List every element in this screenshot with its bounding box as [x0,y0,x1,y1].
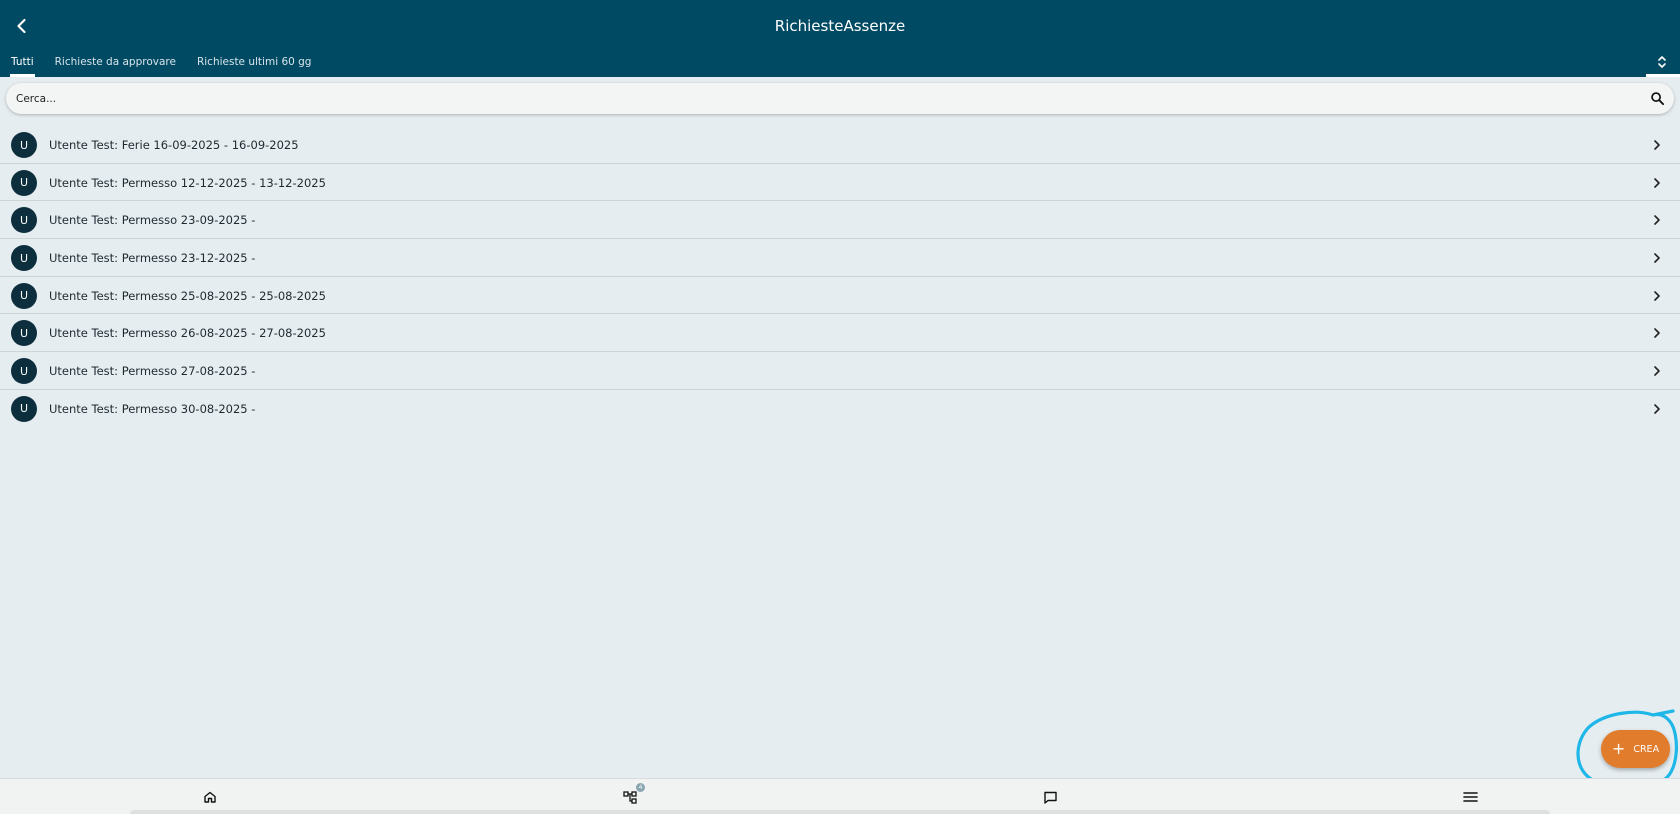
home-indicator [130,810,1550,814]
list-item-label: Utente Test: Permesso 12-12-2025 - 13-12… [49,175,326,190]
chat-icon [1043,791,1057,804]
search-input[interactable] [16,83,1616,114]
avatar: U [11,320,37,347]
list-item[interactable]: U Utente Test: Permesso 26-08-2025 - 27-… [0,314,1680,353]
tab-tutti[interactable]: Tutti [10,54,35,77]
search-bar [6,83,1674,114]
create-button[interactable]: + CREA [1601,730,1670,768]
menu-icon [1462,792,1478,802]
nav-home[interactable] [200,787,220,807]
avatar: U [11,395,37,422]
list-item-label: Utente Test: Permesso 26-08-2025 - 27-08… [49,326,326,341]
nav-menu[interactable] [1460,787,1480,807]
workflow-icon [622,790,637,804]
home-icon [204,791,216,803]
request-list: U Utente Test: Ferie 16-09-2025 - 16-09-… [0,126,1680,428]
list-item-label: Utente Test: Permesso 23-09-2025 - [49,213,256,228]
create-button-label: CREA [1633,743,1660,755]
list-item-label: Utente Test: Permesso 27-08-2025 - [49,364,256,379]
bottom-nav: 4 [0,778,1680,814]
list-item-label: Utente Test: Permesso 25-08-2025 - 25-08… [49,288,326,303]
list-item[interactable]: U Utente Test: Permesso 23-09-2025 - [0,201,1680,240]
chevron-right-icon [1654,328,1660,339]
list-item[interactable]: U Utente Test: Permesso 27-08-2025 - [0,352,1680,390]
sort-button[interactable] [1652,52,1672,72]
list-item-label: Utente Test: Ferie 16-09-2025 - 16-09-20… [49,138,299,152]
avatar: U [11,207,37,234]
avatar: U [11,132,37,158]
chevron-right-icon [1654,404,1660,414]
plus-icon: + [1611,739,1626,758]
avatar: U [11,282,37,309]
page-title: RichiesteAssenze [774,17,906,35]
unfold-icon [1658,56,1666,68]
list-item[interactable]: U Utente Test: Permesso 12-12-2025 - 13-… [0,164,1680,202]
avatar: U [11,169,37,196]
tab-bar: Tutti Richieste da approvare Richieste u… [0,54,332,77]
sort-indicator [1646,74,1680,77]
list-item-label: Utente Test: Permesso 30-08-2025 - [49,401,256,416]
chevron-right-icon [1654,366,1660,376]
tab-richieste-ultimi-60-gg[interactable]: Richieste ultimi 60 gg [197,54,312,77]
avatar: U [11,245,37,272]
tab-richieste-da-approvare[interactable]: Richieste da approvare [55,54,176,77]
chevron-right-icon [1654,140,1660,150]
chevron-right-icon [1654,177,1660,188]
chevron-right-icon [1654,215,1660,226]
chevron-right-icon [1654,290,1660,301]
search-icon[interactable] [1650,91,1665,106]
list-item[interactable]: U Utente Test: Permesso 30-08-2025 - [0,390,1680,428]
app-header: RichiesteAssenze Tutti Richieste da appr… [0,0,1680,77]
app-root: RichiesteAssenze Tutti Richieste da appr… [0,0,1680,814]
list-item-label: Utente Test: Permesso 23-12-2025 - [49,251,256,266]
nav-workflow[interactable]: 4 [620,783,645,807]
workflow-badge: 4 [636,783,645,792]
list-item[interactable]: U Utente Test: Permesso 25-08-2025 - 25-… [0,277,1680,315]
avatar: U [11,358,37,385]
list-item[interactable]: U Utente Test: Ferie 16-09-2025 - 16-09-… [0,126,1680,164]
list-item[interactable]: U Utente Test: Permesso 23-12-2025 - [0,239,1680,277]
chevron-right-icon [1654,253,1660,263]
nav-chat[interactable] [1040,787,1060,807]
